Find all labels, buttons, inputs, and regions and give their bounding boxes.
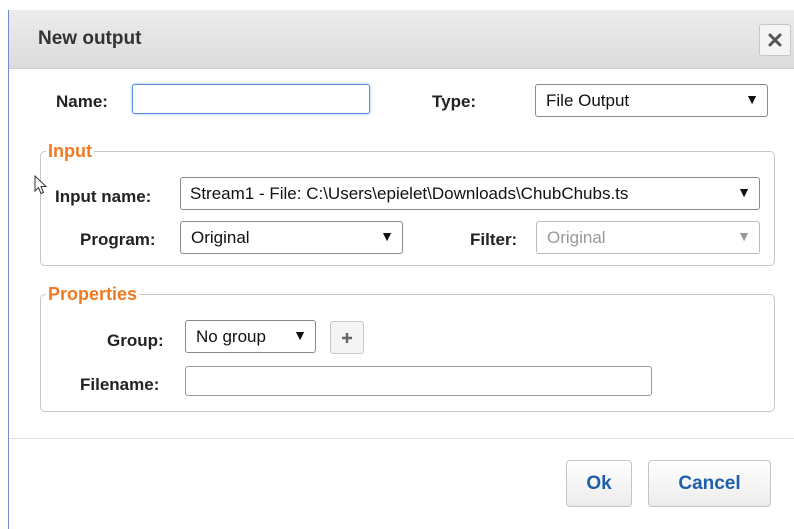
input-name-select[interactable]: Stream1 - File: C:\Users\epielet\Downloa…	[180, 177, 760, 210]
mouse-pointer-icon	[34, 175, 48, 195]
program-label: Program:	[80, 230, 156, 249]
type-select[interactable]: File Output ▼	[535, 84, 768, 117]
plus-icon	[342, 332, 352, 343]
background-page-cutoff	[95, 0, 515, 8]
group-select-value: No group	[196, 326, 266, 346]
close-x-icon	[768, 33, 782, 47]
new-output-dialog: New output Name: Type: File Output ▼ Inp…	[8, 10, 794, 529]
group-label: Group:	[107, 331, 164, 350]
chevron-down-icon: ▼	[745, 91, 759, 107]
input-name-select-value: Stream1 - File: C:\Users\epielet\Downloa…	[190, 183, 629, 203]
chevron-down-icon: ▼	[380, 228, 394, 244]
footer-divider	[9, 438, 794, 439]
filter-label: Filter:	[470, 230, 518, 249]
close-button[interactable]	[759, 24, 791, 56]
type-select-value: File Output	[546, 90, 630, 110]
program-select-value: Original	[191, 227, 250, 247]
filename-input[interactable]	[185, 366, 652, 396]
name-input[interactable]	[132, 84, 370, 114]
chevron-down-icon: ▼	[293, 327, 307, 343]
chevron-down-icon: ▼	[737, 228, 751, 244]
filter-select[interactable]: Original ▼	[536, 221, 760, 254]
group-select[interactable]: No group ▼	[185, 320, 316, 353]
add-group-button[interactable]	[330, 321, 364, 354]
dialog-titlebar: New output	[9, 10, 794, 69]
program-select[interactable]: Original ▼	[180, 221, 403, 254]
filename-label: Filename:	[80, 375, 160, 394]
ok-button[interactable]: Ok	[566, 460, 632, 507]
input-name-label: Input name:	[55, 187, 152, 206]
filter-select-value: Original	[547, 227, 606, 247]
chevron-down-icon: ▼	[737, 184, 751, 200]
type-label: Type:	[432, 92, 477, 111]
cancel-button[interactable]: Cancel	[648, 460, 771, 507]
dialog-title: New output	[38, 28, 142, 49]
input-legend: Input	[46, 141, 94, 161]
properties-legend: Properties	[46, 284, 140, 304]
name-label: Name:	[56, 92, 108, 111]
